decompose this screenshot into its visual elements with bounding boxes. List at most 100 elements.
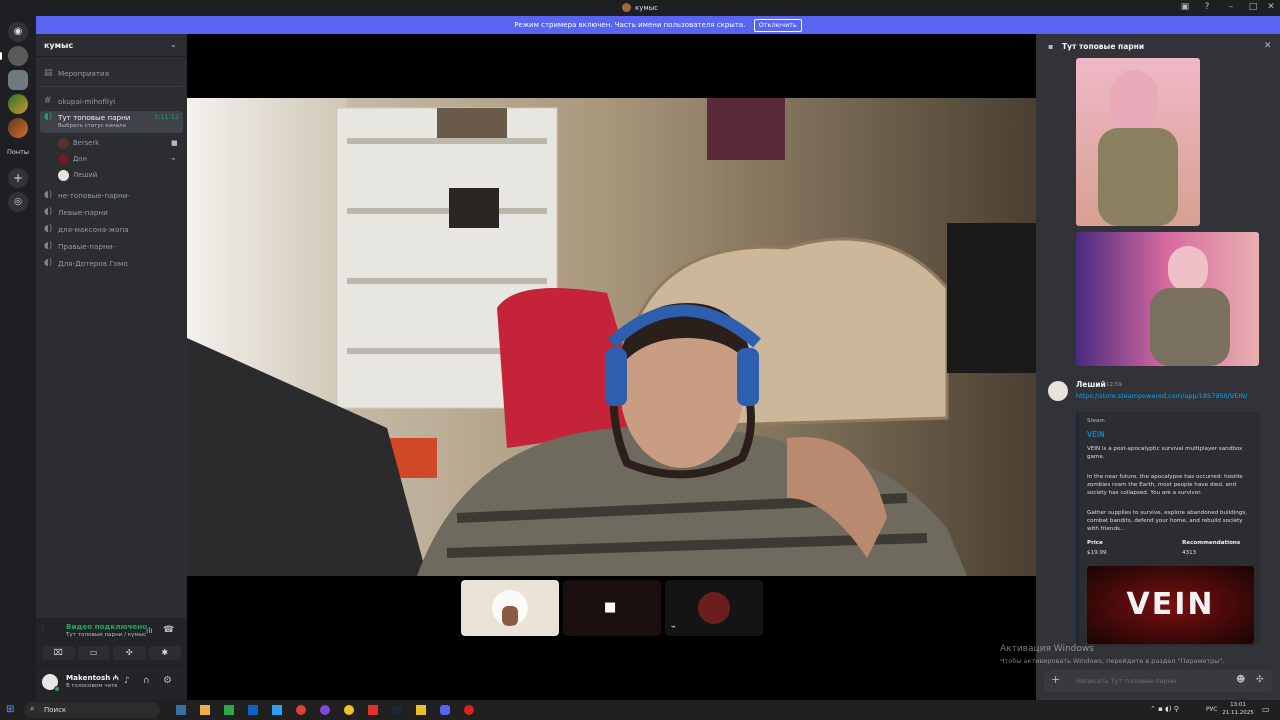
- taskbar: ⊞ ⌕ Поиск ⌃ ▪ ◖) ⚲ РУС 13:01 21.11.2025 …: [0, 700, 1280, 720]
- voice-status: Видео подключено: [66, 622, 148, 631]
- headphones-icon[interactable]: ∩: [143, 676, 150, 686]
- noise-suppression-icon[interactable]: ılı: [146, 626, 153, 635]
- voice-channel-item[interactable]: ◖) Левые-парни: [40, 205, 183, 220]
- image-figure: [1098, 128, 1178, 226]
- speaker-icon: ◖): [44, 190, 53, 200]
- tray-icons[interactable]: ⌃ ▪ ◖) ⚲: [1150, 705, 1179, 713]
- online-status-dot: [54, 686, 60, 692]
- voice-user[interactable]: Berserk: [58, 136, 99, 151]
- message-input-box[interactable]: + Написать Тут топовые парни ☻ ✣: [1044, 670, 1272, 692]
- participant-tile[interactable]: ⌁: [665, 580, 763, 636]
- microphone-icon[interactable]: ♪: [124, 676, 130, 686]
- title-bar: кумыс ▣ ? – □ ✕: [0, 0, 1280, 16]
- inbox-icon[interactable]: ▣: [1180, 2, 1190, 12]
- server-avatar-small: [621, 3, 631, 12]
- channel-sidebar: кумыс ⌄ ▤ Мероприятия # okupai-mihofilyi ◖…: [36, 34, 187, 700]
- discord-home-icon[interactable]: ◉: [8, 22, 28, 42]
- help-icon[interactable]: ?: [1202, 2, 1212, 12]
- taskbar-search-label: Поиск: [44, 706, 67, 714]
- windows-start-icon[interactable]: ⊞: [6, 704, 14, 716]
- server-icon[interactable]: [8, 70, 28, 90]
- file-explorer-icon[interactable]: [200, 705, 210, 715]
- language-indicator[interactable]: РУС: [1206, 706, 1217, 713]
- voice-channel-active[interactable]: ◖) Тут топовые парни 3:11:12 Выбрать ста…: [40, 111, 183, 133]
- link-embed: Steam VEIN VEIN is a post-apocalyptic su…: [1076, 412, 1260, 646]
- voice-channel-item[interactable]: ◖) для-максона-жопа: [40, 222, 183, 237]
- avatar: [698, 592, 730, 624]
- notifications-icon[interactable]: ▭: [1262, 705, 1270, 714]
- main-video-feed[interactable]: [187, 98, 1036, 576]
- add-server-icon[interactable]: +: [8, 168, 28, 188]
- avatar[interactable]: [1048, 381, 1068, 401]
- app-icon[interactable]: [248, 705, 258, 715]
- embed-title[interactable]: VEIN: [1087, 430, 1105, 439]
- activities-icon[interactable]: ✣: [113, 646, 146, 660]
- attached-image[interactable]: [1076, 232, 1259, 366]
- voice-user[interactable]: Леший: [58, 168, 97, 183]
- close-window-icon[interactable]: ✕: [1266, 2, 1276, 12]
- speaker-icon: ◖): [44, 207, 53, 217]
- chrome-icon[interactable]: [344, 705, 354, 715]
- participant-tile[interactable]: ■: [563, 580, 661, 636]
- app-icon[interactable]: [272, 705, 282, 715]
- clock-time: 13:01: [1230, 702, 1246, 708]
- minimize-icon[interactable]: –: [1226, 2, 1236, 12]
- app-icon[interactable]: [464, 705, 474, 715]
- voice-channel-label: Правые-парни-: [58, 242, 115, 251]
- message-link[interactable]: https://store.steampowered.com/app/18579…: [1076, 392, 1260, 401]
- maximize-icon[interactable]: □: [1248, 2, 1258, 12]
- settings-gear-icon[interactable]: ⚙: [163, 675, 172, 686]
- voice-channel-item[interactable]: ◖) не-топовые-парни-: [40, 188, 183, 203]
- embed-field-label: Price: [1087, 540, 1103, 546]
- text-channel-item[interactable]: # okupai-mihofilyi: [40, 94, 183, 109]
- message-author[interactable]: Леший: [1076, 380, 1106, 389]
- participant-tile[interactable]: [461, 580, 559, 636]
- speaker-icon: ◖): [44, 224, 53, 234]
- apps-icon[interactable]: ✣: [1256, 675, 1264, 685]
- image-figure: [1110, 70, 1158, 130]
- voice-channel-path[interactable]: Тут топовые парни / кумыс: [66, 632, 146, 638]
- yandex-icon[interactable]: [368, 705, 378, 715]
- task-view-icon[interactable]: [176, 705, 186, 715]
- clock[interactable]: 13:01 21.11.2025: [1222, 701, 1254, 717]
- disconnect-icon[interactable]: ☎: [163, 625, 174, 635]
- soundboard-icon[interactable]: ✱: [148, 646, 181, 660]
- video-camera-icon: ■: [604, 600, 617, 615]
- voice-user[interactable]: Дон: [58, 152, 87, 167]
- server-icon[interactable]: [8, 94, 28, 114]
- voice-user-name: Дон: [73, 155, 87, 163]
- embed-field-value: 4313: [1182, 550, 1197, 556]
- server-icon[interactable]: [8, 46, 28, 66]
- app-icon[interactable]: [296, 705, 306, 715]
- taskbar-search[interactable]: ⌕ Поиск: [24, 702, 160, 718]
- channel-status-hint[interactable]: Выбрать статус канала: [58, 122, 126, 131]
- screen-share-icon[interactable]: ▭: [77, 646, 110, 660]
- message-time: 12:59: [1106, 382, 1122, 388]
- voice-timer: 3:11:12: [153, 113, 179, 121]
- discover-icon[interactable]: ◎: [8, 192, 28, 212]
- app-icon[interactable]: [416, 705, 426, 715]
- attached-image[interactable]: [1076, 58, 1200, 226]
- disable-streamer-mode-button[interactable]: Отключить: [753, 19, 802, 32]
- events-item[interactable]: ▤ Мероприятия: [40, 66, 183, 81]
- server-folder-label[interactable]: Понты: [0, 148, 36, 156]
- app-icon[interactable]: [224, 705, 234, 715]
- message-input-placeholder[interactable]: Написать Тут топовые парни: [1076, 677, 1176, 685]
- emoji-icon[interactable]: ☻: [1236, 675, 1245, 685]
- avatar: [58, 170, 69, 181]
- app-icon[interactable]: [320, 705, 330, 715]
- server-icon[interactable]: [8, 118, 28, 138]
- chat-panel: ▪ Тут топовые парни ✕ Леший 12:59 https:…: [1036, 34, 1280, 700]
- add-attachment-icon[interactable]: +: [1051, 673, 1060, 687]
- close-icon[interactable]: ✕: [1264, 41, 1272, 51]
- steam-icon[interactable]: [392, 705, 402, 715]
- voice-channel-item[interactable]: ◖) Для-Дотеров Гомо: [40, 256, 183, 271]
- voice-channel-item[interactable]: ◖) Правые-парни-: [40, 239, 183, 254]
- discord-taskbar-icon[interactable]: [440, 705, 450, 715]
- window-title: кумыс: [0, 3, 1280, 12]
- chevron-down-icon[interactable]: ⌄: [170, 40, 177, 49]
- embed-image[interactable]: VEIN: [1087, 566, 1254, 644]
- server-name[interactable]: кумыс: [44, 41, 73, 50]
- camera-off-icon[interactable]: ⌧: [42, 646, 75, 660]
- text-channel-label: okupai-mihofilyi: [58, 97, 116, 106]
